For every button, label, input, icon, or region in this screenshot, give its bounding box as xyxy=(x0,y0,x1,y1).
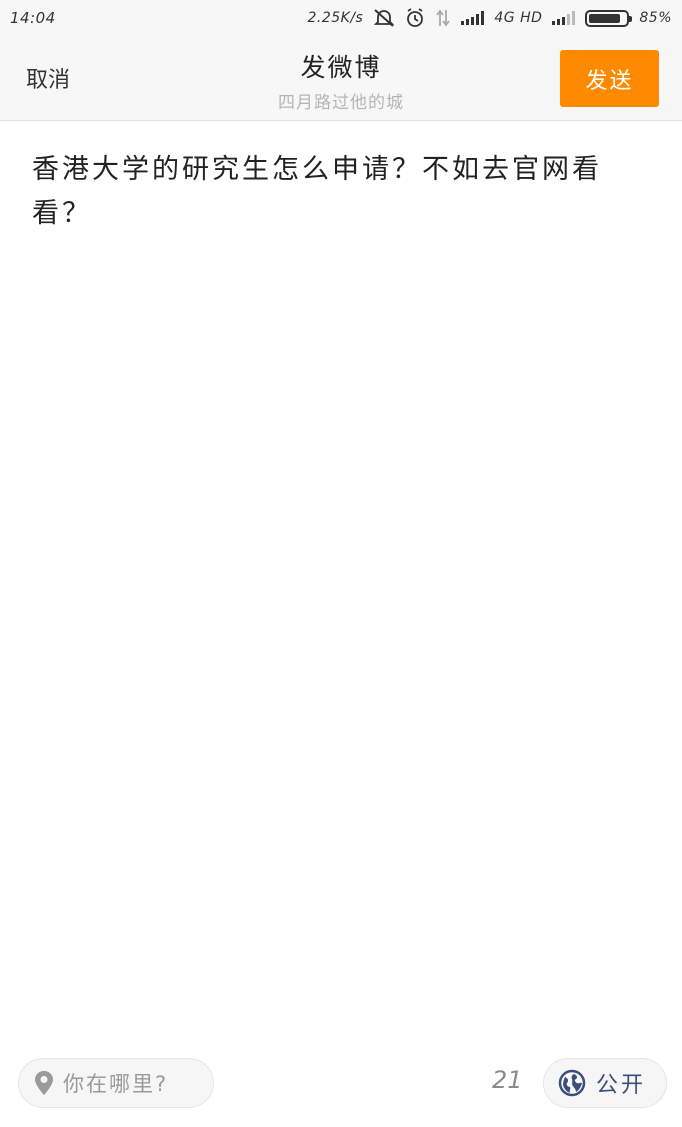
compose-textarea[interactable]: 香港大学的研究生怎么申请？不如去官网看看？ xyxy=(32,148,657,236)
signal-icon-secondary xyxy=(552,11,576,25)
globe-icon xyxy=(558,1069,586,1097)
cancel-button[interactable]: 取消 xyxy=(26,62,70,94)
network-label: 4G HD xyxy=(494,10,543,26)
location-button[interactable]: 你在哪里? xyxy=(18,1058,214,1108)
alarm-icon xyxy=(407,8,424,27)
visibility-button[interactable]: 公开 xyxy=(543,1058,667,1108)
mute-icon xyxy=(374,9,395,27)
compose-header: 取消 发微博 四月路过他的城 发送 xyxy=(0,36,682,121)
char-count: 21 xyxy=(492,1066,523,1094)
battery-icon xyxy=(585,9,633,27)
location-label: 你在哪里? xyxy=(63,1072,169,1096)
status-icons: 2.25K/s 4G HD 85% xyxy=(307,8,672,28)
signal-icon xyxy=(461,11,485,25)
battery-fill xyxy=(589,13,620,23)
location-pin-icon xyxy=(35,1071,53,1095)
send-button[interactable]: 发送 xyxy=(560,50,659,107)
battery-percent: 85% xyxy=(639,10,672,26)
status-time: 14:04 xyxy=(10,9,56,27)
data-arrows-icon xyxy=(436,9,451,27)
status-bar: 14:04 2.25K/s 4G HD 85% xyxy=(0,0,682,36)
net-speed: 2.25K/s xyxy=(307,10,364,26)
visibility-label: 公开 xyxy=(596,1073,647,1098)
